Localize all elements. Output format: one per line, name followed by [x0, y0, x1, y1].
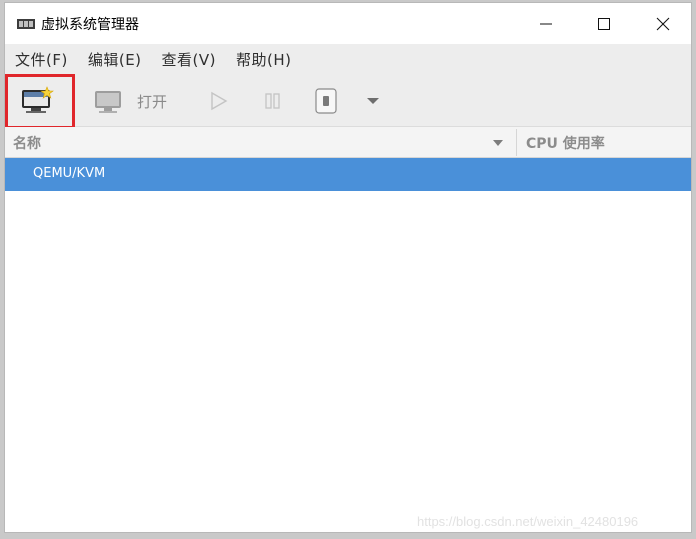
watermark: https://blog.csdn.net/weixin_42480196	[417, 514, 639, 529]
shutdown-button[interactable]	[313, 87, 339, 115]
column-name[interactable]: 名称	[13, 133, 41, 153]
close-button[interactable]	[634, 3, 692, 44]
sort-arrow-icon[interactable]	[493, 140, 503, 146]
vm-list-header: 名称 CPU 使用率	[5, 127, 691, 158]
virt-manager-window: 虚拟系统管理器 文件(F) 编辑(E) 查看(V) 帮助(H) 打开 名称 CP…	[4, 2, 692, 533]
vm-app-icon	[17, 19, 35, 29]
minimize-button[interactable]	[517, 3, 575, 44]
menu-help[interactable]: 帮助(H)	[226, 49, 301, 70]
new-vm-button[interactable]	[17, 84, 57, 118]
column-divider	[516, 129, 517, 156]
pause-icon	[265, 93, 280, 109]
column-cpu-usage[interactable]: CPU 使用率	[526, 133, 605, 153]
close-icon	[656, 17, 670, 30]
menu-edit[interactable]: 编辑(E)	[78, 49, 152, 70]
open-monitor-button[interactable]	[91, 86, 125, 118]
pause-button[interactable]	[260, 89, 286, 113]
play-icon	[211, 91, 228, 111]
minimize-icon	[540, 23, 552, 24]
toolbar: 打开	[5, 74, 691, 129]
maximize-button[interactable]	[575, 3, 633, 44]
menu-file[interactable]: 文件(F)	[5, 49, 78, 70]
window-title: 虚拟系统管理器	[41, 17, 139, 33]
power-switch-icon	[315, 88, 337, 114]
maximize-icon	[598, 17, 610, 30]
menu-view[interactable]: 查看(V)	[152, 49, 226, 70]
run-button[interactable]	[205, 89, 231, 113]
monitor-icon	[95, 91, 121, 113]
shutdown-menu-dropdown[interactable]	[363, 91, 383, 111]
dropdown-arrow-icon	[367, 98, 379, 104]
open-label[interactable]: 打开	[137, 91, 167, 112]
new-vm-icon	[22, 86, 54, 113]
title-bar[interactable]: 虚拟系统管理器	[5, 3, 691, 44]
menu-bar: 文件(F) 编辑(E) 查看(V) 帮助(H)	[5, 44, 691, 74]
connection-row[interactable]: QEMU/KVM	[5, 158, 691, 191]
connection-name: QEMU/KVM	[33, 166, 106, 181]
